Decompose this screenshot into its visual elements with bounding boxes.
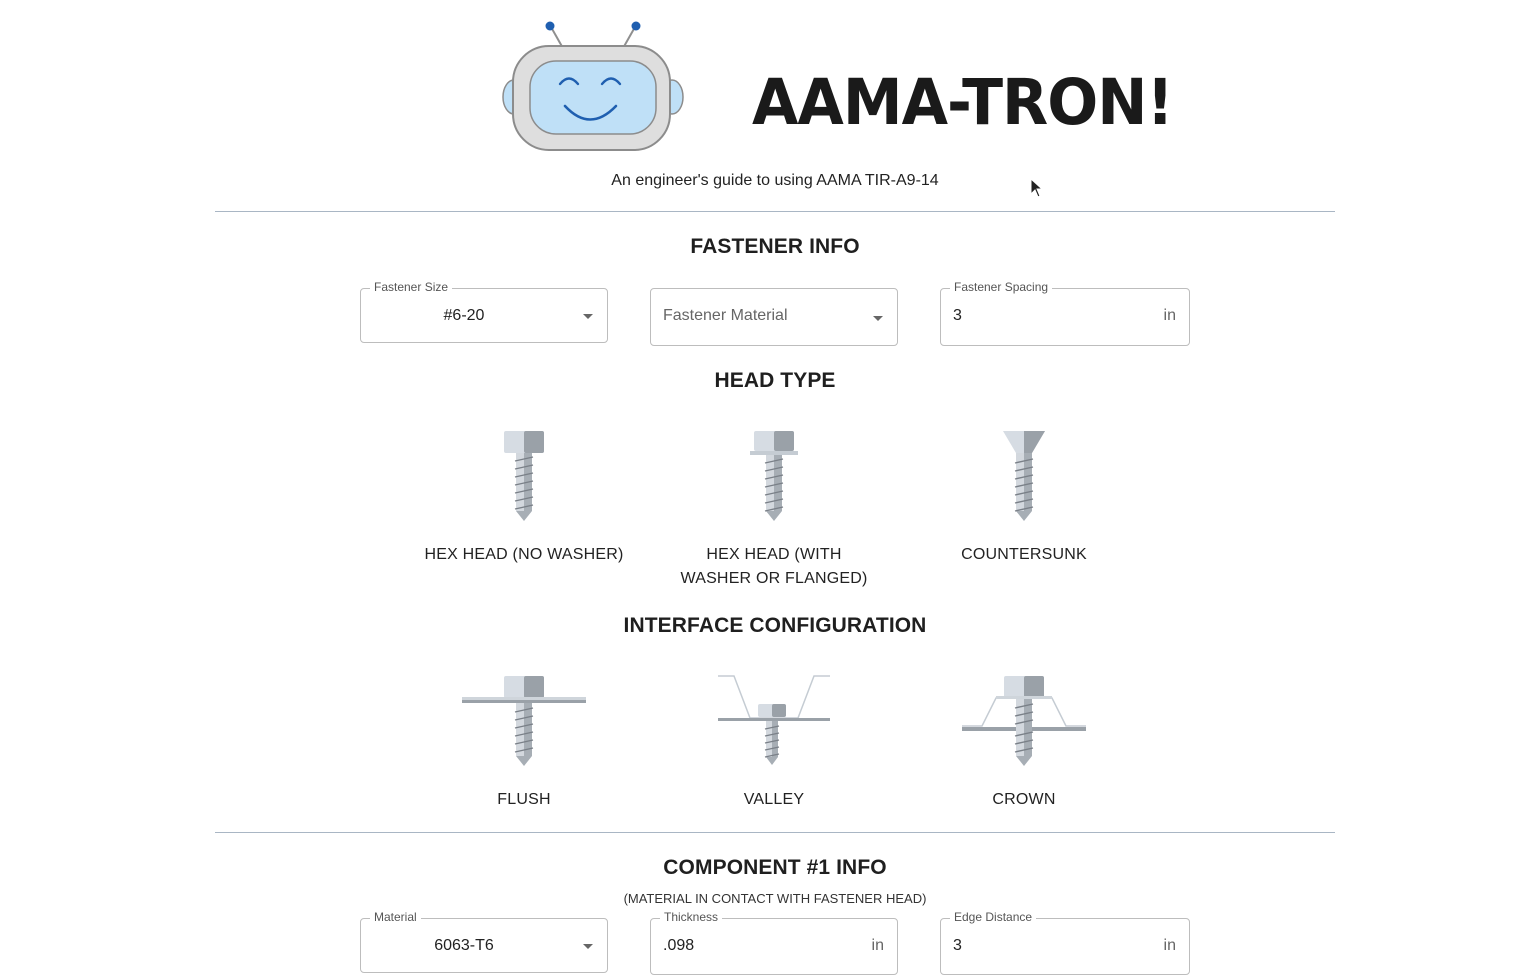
head-type-option-countersunk[interactable]: COUNTERSUNK <box>924 429 1124 567</box>
fastener-info-heading: FASTENER INFO <box>690 235 860 258</box>
hex-washer-screw-icon <box>750 431 798 521</box>
head-type-option-hex-washer[interactable]: HEX HEAD (WITH WASHER OR FLANGED) <box>674 429 874 591</box>
robot-icon <box>502 21 684 151</box>
interface-option-valley[interactable]: VALLEY <box>674 674 874 812</box>
mouse-cursor-icon <box>1030 178 1044 198</box>
fastener-size-value: #6-20 <box>443 307 485 324</box>
divider <box>215 211 1335 212</box>
app-subtitle: An engineer's guide to using AAMA TIR-A9… <box>611 172 939 189</box>
head-type-option-hex-no-washer[interactable]: HEX HEAD (NO WASHER) <box>424 429 624 567</box>
component1-edge-distance-value: 3 <box>953 937 962 954</box>
component1-thickness-value: .098 <box>663 937 695 954</box>
valley-interface-icon <box>718 675 830 765</box>
component1-material-label: Material <box>370 910 421 924</box>
fastener-spacing-unit: in <box>1163 307 1176 324</box>
fastener-material-placeholder: Fastener Material <box>663 307 788 324</box>
chevron-down-icon <box>873 316 883 321</box>
head-type-option-label: HEX HEAD (WITH WASHER OR FLANGED) <box>680 546 868 587</box>
head-type-option-label: COUNTERSUNK <box>961 546 1087 563</box>
head-type-heading: HEAD TYPE <box>714 369 836 392</box>
component1-note: (MATERIAL IN CONTACT WITH FASTENER HEAD) <box>623 891 927 906</box>
component1-edge-distance-label: Edge Distance <box>950 910 1037 924</box>
head-type-option-label: HEX HEAD (NO WASHER) <box>424 546 624 563</box>
interface-option-label: FLUSH <box>497 791 551 808</box>
divider <box>215 832 1335 833</box>
fastener-spacing-label: Fastener Spacing <box>950 280 1053 294</box>
fastener-spacing-value: 3 <box>953 307 962 324</box>
app-title: AAMA-TRON! <box>752 66 1174 140</box>
component1-edge-distance-input[interactable]: Edge Distance 3 in <box>940 910 1190 975</box>
component1-material-value: 6063-T6 <box>434 937 494 954</box>
fastener-size-label: Fastener Size <box>370 280 453 294</box>
interface-config-heading: INTERFACE CONFIGURATION <box>623 614 927 637</box>
flush-interface-icon <box>462 676 586 766</box>
chevron-down-icon <box>583 314 593 319</box>
crown-interface-icon <box>962 676 1086 766</box>
chevron-down-icon <box>583 944 593 949</box>
component1-material-select[interactable]: Material 6063-T6 <box>360 910 608 973</box>
component1-edge-distance-unit: in <box>1163 937 1176 954</box>
interface-option-flush[interactable]: FLUSH <box>424 674 624 812</box>
interface-option-crown[interactable]: CROWN <box>924 674 1124 812</box>
component1-thickness-input[interactable]: Thickness .098 in <box>650 910 898 975</box>
component1-thickness-unit: in <box>871 937 884 954</box>
component1-heading: COMPONENT #1 INFO <box>663 856 887 879</box>
hex-head-screw-icon <box>504 431 544 521</box>
countersunk-screw-icon <box>1003 431 1045 521</box>
component1-thickness-label: Thickness <box>660 910 723 924</box>
fastener-spacing-input[interactable]: Fastener Spacing 3 in <box>940 280 1190 346</box>
interface-option-label: CROWN <box>992 791 1056 808</box>
fastener-material-select[interactable]: Fastener Material <box>650 288 898 346</box>
interface-option-label: VALLEY <box>743 791 805 808</box>
fastener-size-select[interactable]: Fastener Size #6-20 <box>360 280 608 343</box>
